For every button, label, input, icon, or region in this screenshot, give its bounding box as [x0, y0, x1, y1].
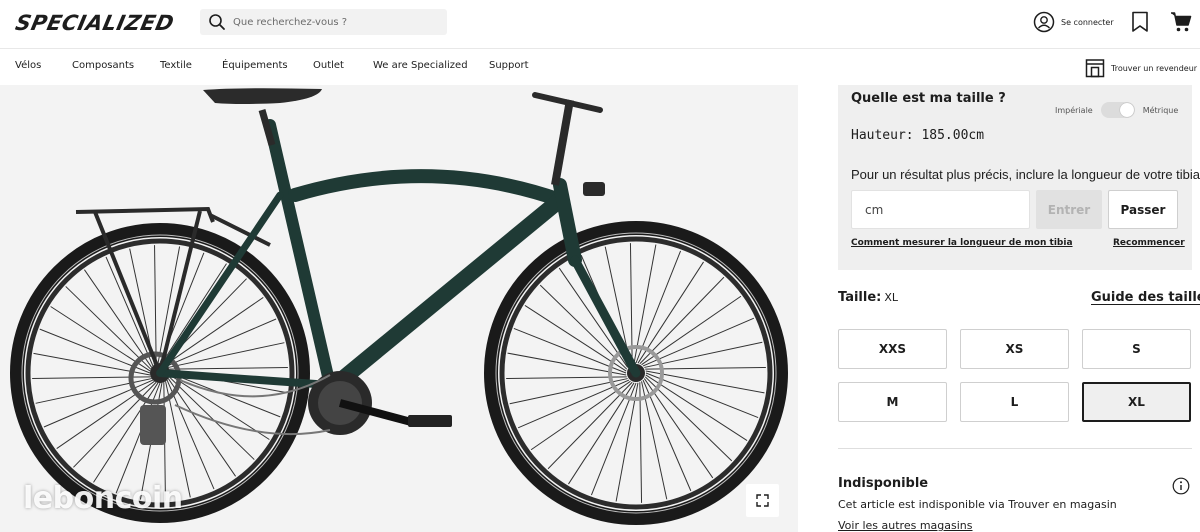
product-image-gallery[interactable]: leboncoin [0, 85, 798, 532]
height-readout: Hauteur: 185.00cm [851, 128, 984, 143]
size-guide-link[interactable]: Guide des tailles [1091, 290, 1200, 305]
nav-item-textile[interactable]: Textile [160, 60, 192, 71]
skip-button[interactable]: Passer [1108, 190, 1178, 229]
wheel-spoke [154, 245, 157, 364]
section-divider [838, 448, 1192, 449]
nav-item-support[interactable]: Support [489, 60, 529, 71]
unit-toggle: Impériale Métrique [1055, 102, 1178, 118]
size-label: Taille: [838, 290, 882, 305]
unit-imperial-label[interactable]: Impériale [1055, 106, 1093, 115]
availability-description: Cet article est indisponible via Trouver… [838, 498, 1117, 511]
unit-switch[interactable] [1100, 102, 1135, 118]
other-stores-link[interactable]: Voir les autres magasins [838, 519, 973, 532]
search-input[interactable] [233, 9, 438, 35]
nav-item-composants[interactable]: Composants [72, 60, 134, 71]
bike-image [10, 88, 788, 525]
expand-icon [756, 494, 769, 507]
nav-item-we-are[interactable]: We are Specialized [373, 60, 468, 71]
restart-link[interactable]: Recommencer [1113, 238, 1185, 248]
size-option-m[interactable]: M [838, 382, 947, 422]
tibia-length-input[interactable] [851, 190, 1030, 229]
specialized-logo[interactable]: SPECIALIZED [15, 8, 175, 38]
size-option-s[interactable]: S [1082, 329, 1191, 369]
wheel-spoke [168, 342, 285, 368]
cart-icon[interactable] [1170, 11, 1192, 33]
saddle [203, 88, 322, 104]
info-icon[interactable] [1172, 477, 1190, 495]
find-dealer-link[interactable]: Trouver un revendeur [1085, 58, 1197, 78]
precision-hint: Pour un résultat plus précis, inclure la… [851, 167, 1200, 182]
size-option-xl[interactable]: XL [1082, 382, 1191, 422]
size-finder-panel: Quelle est ma taille ? Impériale Métriqu… [838, 85, 1200, 270]
selected-size-value: XL [884, 291, 899, 304]
nav-item-velos[interactable]: Vélos [15, 60, 41, 71]
store-icon [1085, 59, 1105, 78]
height-label: Hauteur: [851, 128, 914, 143]
login-button[interactable]: Se connecter [1033, 11, 1114, 33]
nav-item-equipements[interactable]: Équipements [222, 60, 288, 71]
size-option-xxs[interactable]: XXS [838, 329, 947, 369]
measure-tibia-link[interactable]: Comment mesurer la longueur de mon tibia [851, 238, 1073, 248]
size-finder-title: Quelle est ma taille ? [851, 91, 1006, 106]
wheel-spoke [169, 374, 270, 440]
user-circle-icon [1033, 11, 1055, 33]
expand-image-button[interactable] [746, 484, 779, 517]
svg-text:SPECIALIZED: SPECIALIZED [15, 11, 175, 36]
login-label: Se connecter [1061, 17, 1114, 27]
wheel-spoke [169, 367, 288, 370]
main-nav: Vélos Composants Textile Équipements Out… [0, 48, 1200, 85]
height-value: 185.00cm [921, 128, 985, 143]
top-header: SPECIALIZED Se connecter [0, 0, 1200, 48]
leboncoin-watermark: leboncoin [23, 481, 183, 516]
size-option-l[interactable]: L [960, 382, 1069, 422]
size-option-xs[interactable]: XS [960, 329, 1069, 369]
search-icon[interactable] [208, 13, 226, 31]
size-label-row: Taille: XL [838, 290, 898, 305]
unit-metric-label[interactable]: Métrique [1143, 106, 1179, 115]
find-dealer-label: Trouver un revendeur [1111, 63, 1198, 73]
nav-item-outlet[interactable]: Outlet [313, 60, 344, 71]
enter-button[interactable]: Entrer [1036, 190, 1102, 229]
availability-status: Indisponible [838, 476, 929, 491]
unit-switch-knob [1119, 103, 1134, 117]
wheel-spoke [161, 263, 227, 364]
bookmark-icon[interactable] [1131, 11, 1149, 33]
search-bar [200, 9, 447, 35]
